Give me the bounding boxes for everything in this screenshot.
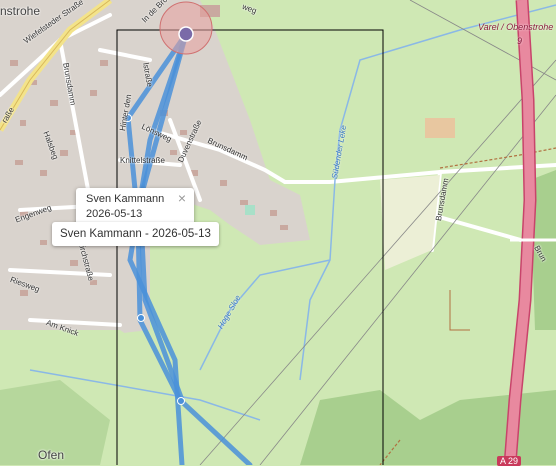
track-popup: Sven Kammann 2026-05-13 × xyxy=(76,188,194,226)
track-tooltip: Sven Kammann - 2026-05-13 xyxy=(52,222,219,246)
motorway-exit-number: 9 xyxy=(517,36,523,46)
track-point xyxy=(137,314,145,322)
start-point-marker[interactable] xyxy=(178,26,194,42)
street-label-knittelstrasse: Knittelstraße xyxy=(120,156,165,165)
popup-date: 2026-05-13 xyxy=(86,208,143,220)
track-point xyxy=(177,397,185,405)
town-label-bottom: Ofen xyxy=(38,448,65,462)
sports-field xyxy=(425,118,455,138)
close-icon[interactable]: × xyxy=(178,191,186,205)
town-label: nstrohe xyxy=(0,4,41,18)
motorway-exit-label: Varel / Obenstrohe xyxy=(478,22,554,32)
popup-name: Sven Kammann xyxy=(86,193,165,205)
